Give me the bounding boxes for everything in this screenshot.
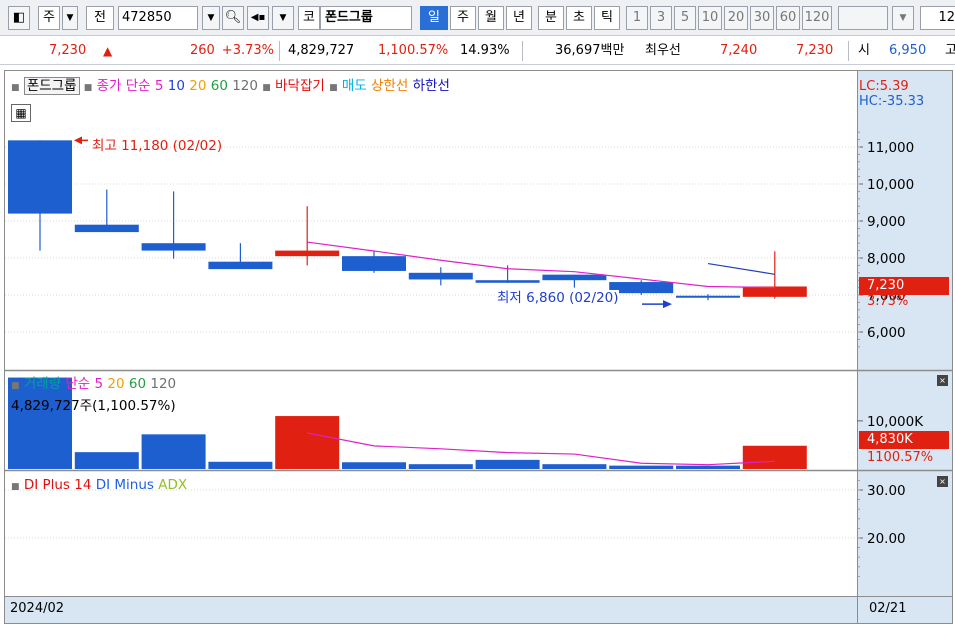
lc-label: LC:5.39 [859,79,909,94]
envelope-line [707,262,775,275]
volume-tag-pct: 1100.57% [867,450,934,465]
table-view-icon[interactable]: ▦ [11,104,31,122]
volume-bar [742,445,807,469]
volume-bar [275,416,340,469]
volume-legend: ■ 거래량 단순 5 20 60 120 [11,376,176,394]
low-arrow-head [663,300,672,309]
legend-square-icon: ■ [262,83,271,93]
candle-body [542,274,607,281]
candle-body [742,286,807,297]
start-date: 2024/02 [10,601,65,616]
legend-di-minus: DI Minus [95,477,154,493]
price-tick-label: 10,000 [867,177,914,193]
legend-square-icon: ■ [11,381,20,391]
candle-body [676,295,740,298]
legend-ma5: 종가 단순 5 [96,78,164,94]
volume-tag: 4,830K [859,431,949,449]
candle-body [475,280,540,283]
high-arrow-head [74,136,82,145]
price-tick-label: 8,000 [867,251,906,267]
legend-di-plus: DI Plus 14 [23,477,92,493]
close-pane-icon[interactable]: × [937,476,948,487]
end-date: 02/21 [869,601,907,616]
volume-current: 4,829,727주(1,100.57%) [11,398,176,414]
volume-bar [609,465,674,469]
candle-body [208,261,273,270]
legend-bottom-catch: 바닥잡기 [275,78,325,94]
legend-adx: ADX [158,477,188,493]
date-axis: 2024/02 02/21 [5,596,952,623]
candle-body [408,272,473,280]
legend-sell: 매도 [341,78,367,94]
price-legend: ■ 폰드그룹 ■ 종가 단순 5 10 20 60 120 ■ 바닥잡기 ■ 매… [11,77,450,96]
candle-body [8,140,72,214]
legend-vol-ma5: 단순 5 [65,376,104,392]
legend-upper-band: 상한선 [371,78,409,94]
legend-volume: 거래량 [23,376,62,392]
volume-ma5-line [307,432,775,466]
legend-square-icon: ■ [11,482,20,492]
volume-bar [342,462,406,469]
dmi-legend: ■ DI Plus 14 DI Minus ADX [11,477,187,495]
legend-square-icon: ■ [329,83,338,93]
volume-bar [475,459,540,469]
candle-body [342,256,406,271]
legend-stock-name[interactable]: 폰드그룹 [23,77,80,95]
volume-bar [676,465,740,469]
hc-label: HC:-35.33 [859,94,925,109]
legend-ma120: 120 [232,78,258,94]
legend-ma20: 20 [189,78,207,94]
current-price-tag-pct: 3.73% [867,294,909,309]
legend-vol-ma20: 20 [107,376,125,392]
price-tick-label: 11,000 [867,140,914,156]
high-annotation: 최고 11,180 (02/02) [92,138,223,154]
current-price-tag: 7,230 [859,277,949,295]
volume-bar [208,461,273,469]
close-pane-icon[interactable]: × [937,375,948,386]
legend-square-icon: ■ [11,83,20,93]
legend-ma10: 10 [167,78,185,94]
price-tick-label: 6,000 [867,325,906,341]
candle-body [275,250,340,257]
legend-vol-ma120: 120 [150,376,177,392]
dmi-tick-label: 30.00 [867,483,906,499]
volume-bar [74,452,139,469]
volume-tick-label: 10,000K [867,414,924,430]
legend-vol-ma60: 60 [128,376,147,392]
volume-bar [542,464,607,469]
low-annotation: 최저 6,860 (02/20) [497,290,619,306]
legend-ma60: 60 [210,78,228,94]
legend-square-icon: ■ [83,83,93,93]
candle-body [609,282,674,294]
price-tick-label: 9,000 [867,214,906,230]
dmi-tick-label: 20.00 [867,531,906,547]
volume-bar [141,434,206,469]
volume-bar [408,464,473,469]
legend-lower-band: 하한선 [412,78,450,94]
candle-body [141,243,206,251]
candle-body [74,224,139,233]
